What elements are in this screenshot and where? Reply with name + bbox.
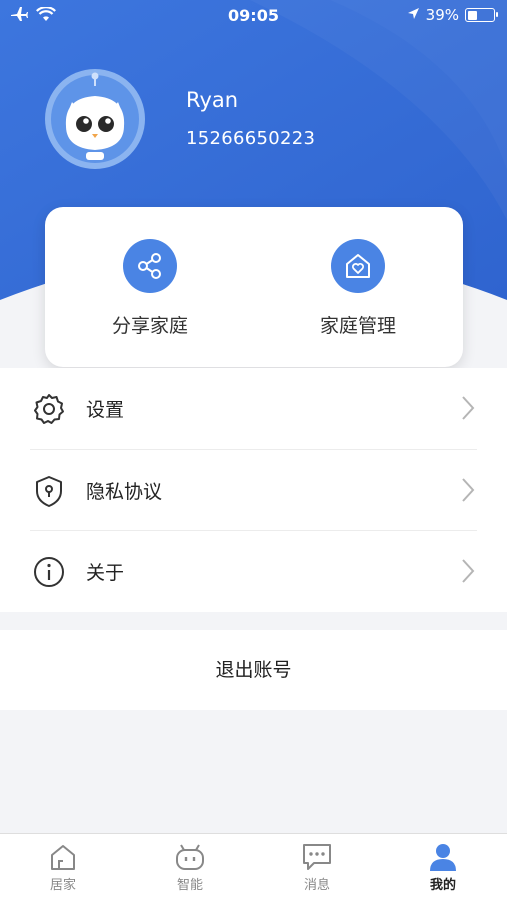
- menu-item-settings[interactable]: 设置: [0, 368, 507, 449]
- battery-percent: 39%: [425, 6, 459, 24]
- location-icon: [407, 6, 420, 24]
- robot-icon: [150, 842, 230, 872]
- menu-item-label: 设置: [86, 399, 125, 421]
- message-icon: [277, 842, 357, 872]
- tab-label: 智能: [176, 878, 203, 893]
- menu-item-label: 关于: [86, 562, 125, 584]
- share-family-label: 分享家庭: [111, 315, 188, 337]
- share-family-button[interactable]: 分享家庭: [70, 239, 230, 338]
- family-card: 分享家庭 家庭管理: [45, 207, 463, 367]
- gear-icon: [32, 392, 66, 426]
- menu-item-label: 隐私协议: [86, 481, 163, 503]
- home-heart-icon: [331, 239, 385, 293]
- family-management-label: 家庭管理: [319, 315, 396, 337]
- chevron-right-icon: [461, 395, 475, 421]
- menu-item-privacy[interactable]: 隐私协议: [0, 450, 507, 531]
- chevron-right-icon: [461, 558, 475, 584]
- phone-number: 15266650223: [186, 128, 316, 149]
- tab-smart[interactable]: 智能: [150, 842, 230, 893]
- chevron-right-icon: [461, 477, 475, 503]
- settings-menu: 设置 隐私协议 关于: [0, 368, 507, 612]
- username: Ryan: [186, 88, 239, 112]
- tab-messages[interactable]: 消息: [277, 842, 357, 893]
- tab-bar: 居家 智能 消息 我的: [0, 833, 507, 900]
- tab-home[interactable]: 居家: [23, 842, 103, 893]
- info-icon: [32, 555, 66, 589]
- shield-icon: [32, 474, 66, 508]
- tab-mine[interactable]: 我的: [403, 842, 483, 893]
- menu-item-about[interactable]: 关于: [0, 531, 507, 612]
- share-icon: [123, 239, 177, 293]
- tab-label: 消息: [303, 878, 330, 893]
- status-bar: 09:05 39%: [0, 0, 507, 30]
- home-icon: [23, 842, 103, 872]
- logout-button[interactable]: 退出账号: [0, 630, 507, 710]
- tab-label: 我的: [429, 878, 456, 893]
- avatar[interactable]: [44, 68, 146, 170]
- tab-label: 居家: [49, 878, 76, 893]
- battery-icon: [465, 8, 498, 22]
- family-management-button[interactable]: 家庭管理: [278, 239, 438, 338]
- user-icon: [403, 842, 483, 872]
